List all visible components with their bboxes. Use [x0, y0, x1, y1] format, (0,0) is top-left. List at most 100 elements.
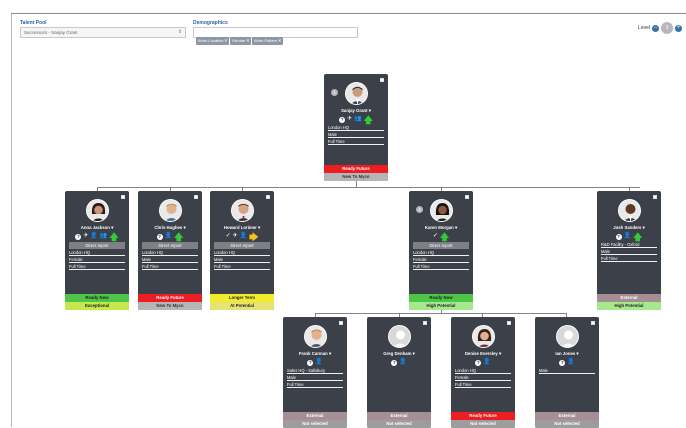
work-location: London HQ: [455, 367, 511, 374]
avatar: [85, 199, 109, 222]
person-card-karen-morgan[interactable]: 4 Karen Morgan ▾ ✓ 🡅 Direct report Londo…: [409, 191, 473, 310]
person-name[interactable]: Howard Lorimer ▾: [210, 225, 274, 231]
demographics-tag-input[interactable]: Work Location× Gender× Work Pattern×: [193, 27, 358, 45]
select-checkbox[interactable]: [653, 195, 657, 199]
select-checkbox[interactable]: [380, 78, 384, 82]
person-icon: 👤: [239, 233, 248, 239]
readiness-status: External: [597, 294, 661, 302]
indicator-icons: ? ✈ 👥 🡅: [324, 115, 388, 124]
person-name[interactable]: Josh Sanders ▾: [597, 225, 661, 231]
person-name[interactable]: Karen Morgan ▾: [409, 225, 473, 231]
check-icon: ✓: [432, 233, 438, 239]
gender: Male: [328, 131, 384, 138]
avatar: [344, 82, 368, 105]
person-card-sanjay-grant[interactable]: 1 Sanjay Grant ▾ ? ✈ 👥 🡅 London HQ Male …: [324, 74, 388, 181]
talent-pool-select[interactable]: Successors - Sanjay Grant ⇕: [20, 27, 186, 38]
readiness-status: Ready Future: [451, 412, 515, 420]
potential-status: High Potential: [597, 302, 661, 310]
remove-tag-icon[interactable]: ×: [278, 38, 281, 43]
help-icon[interactable]: ?: [559, 359, 566, 366]
talent-pool-value: Successors - Sanjay Grant: [24, 30, 78, 35]
chevron-updown-icon: ⇕: [177, 29, 182, 35]
work-pattern: Full Time: [287, 381, 343, 388]
tag-gender[interactable]: Gender×: [230, 37, 252, 45]
person-icon: 👤: [164, 233, 173, 239]
person-name[interactable]: Denise Eversley ▾: [451, 351, 515, 357]
help-icon[interactable]: ?: [475, 359, 482, 366]
direct-report-label: Direct report: [413, 242, 469, 249]
level-control: Level − 3 +: [638, 22, 682, 34]
person-card-frank-carman[interactable]: Frank Carman ▾ ? 👤 Sales HQ - Salisbury …: [283, 317, 347, 428]
indicator-icons: ? 👤: [367, 358, 431, 367]
avatar: [471, 325, 495, 348]
readiness-status: External: [535, 412, 599, 420]
gender: Male: [287, 374, 343, 381]
work-location: London HQ: [413, 249, 469, 256]
count-badge: 1: [331, 89, 338, 96]
person-name[interactable]: Frank Carman ▾: [283, 351, 347, 357]
select-checkbox[interactable]: [339, 321, 343, 325]
indicator-icons: ? ✈ 👤 👥 🡅: [65, 232, 129, 241]
readiness-status: Longer Term: [210, 294, 274, 302]
work-location: London HQ: [69, 249, 125, 256]
connector-line: [97, 187, 640, 188]
potential-status: High Potential: [409, 302, 473, 310]
level-decrease-button[interactable]: −: [652, 24, 659, 32]
work-location: London HQ: [328, 124, 384, 131]
work-pattern: Full Time: [455, 381, 511, 388]
tag-work-pattern[interactable]: Work Pattern×: [252, 37, 284, 45]
select-checkbox[interactable]: [465, 195, 469, 199]
person-card-anna-jackson[interactable]: Anna Jackson ▾ ? ✈ 👤 👥 🡅 Direct report L…: [65, 191, 129, 310]
readiness-status: External: [367, 412, 431, 420]
person-name[interactable]: Ian Jones ▾: [535, 351, 599, 357]
person-card-howard-lorimer[interactable]: Howard Lorimer ▾ ✓ ✈ 👤 🡆 Direct report L…: [210, 191, 274, 310]
avatar-placeholder: [555, 325, 579, 348]
remove-tag-icon[interactable]: ×: [246, 38, 249, 43]
arrow-up-icon: 🡅: [363, 114, 373, 125]
person-card-ian-jones[interactable]: Ian Jones ▾ ? 👤 Male External Not select…: [535, 317, 599, 428]
person-card-josh-sanders[interactable]: Josh Sanders ▾ ? 👤 🡅 R&D Facility - Oxfo…: [597, 191, 661, 310]
help-icon[interactable]: ?: [391, 359, 398, 366]
connector-line: [315, 313, 566, 314]
potential-status: New To Myco: [138, 302, 202, 310]
avatar: [617, 199, 641, 222]
help-icon[interactable]: ?: [75, 233, 82, 240]
help-icon[interactable]: ?: [339, 116, 346, 123]
gender: Female: [455, 374, 511, 381]
help-icon[interactable]: ?: [615, 233, 622, 240]
demographics-label: Demographics: [193, 20, 228, 26]
work-pattern: Full Time: [601, 255, 657, 262]
count-badge: 4: [416, 206, 423, 213]
select-checkbox[interactable]: [121, 195, 125, 199]
person-name[interactable]: Greg Denham ▾: [367, 351, 431, 357]
gender: Male: [601, 248, 657, 255]
remove-tag-icon[interactable]: ×: [225, 38, 228, 43]
person-name[interactable]: Anna Jackson ▾: [65, 225, 129, 231]
person-name[interactable]: Chris Hughes ▾: [138, 225, 202, 231]
help-icon[interactable]: ?: [156, 233, 163, 240]
work-pattern: Full Time: [214, 263, 270, 270]
people-icon: 👥: [354, 116, 362, 122]
person-name[interactable]: Sanjay Grant ▾: [324, 108, 388, 114]
tag-work-location[interactable]: Work Location×: [196, 37, 230, 45]
select-checkbox[interactable]: [194, 195, 198, 199]
help-icon[interactable]: ?: [307, 359, 314, 366]
indicator-icons: ? 👤: [535, 358, 599, 367]
person-card-chris-hughes[interactable]: Chris Hughes ▾ ? 👤 🡅 Direct report Londo…: [138, 191, 202, 310]
select-checkbox[interactable]: [591, 321, 595, 325]
person-card-greg-denham[interactable]: Greg Denham ▾ ? 👤 External Not selected: [367, 317, 431, 428]
work-location: London HQ: [142, 249, 198, 256]
work-pattern: Full Time: [328, 138, 384, 145]
avatar: [158, 199, 182, 222]
select-checkbox[interactable]: [266, 195, 270, 199]
direct-report-label: Direct report: [214, 242, 270, 249]
person-card-denise-eversley[interactable]: Denise Eversley ▾ ? 👤 London HQ Female F…: [451, 317, 515, 428]
readiness-status: Ready Future: [324, 165, 388, 173]
level-increase-button[interactable]: +: [675, 24, 682, 32]
readiness-status: Ready Now: [409, 294, 473, 302]
select-checkbox[interactable]: [423, 321, 427, 325]
work-pattern: Full Time: [413, 263, 469, 270]
plane-icon: ✈: [347, 116, 353, 122]
readiness-status: Ready Future: [138, 294, 202, 302]
select-checkbox[interactable]: [507, 321, 511, 325]
